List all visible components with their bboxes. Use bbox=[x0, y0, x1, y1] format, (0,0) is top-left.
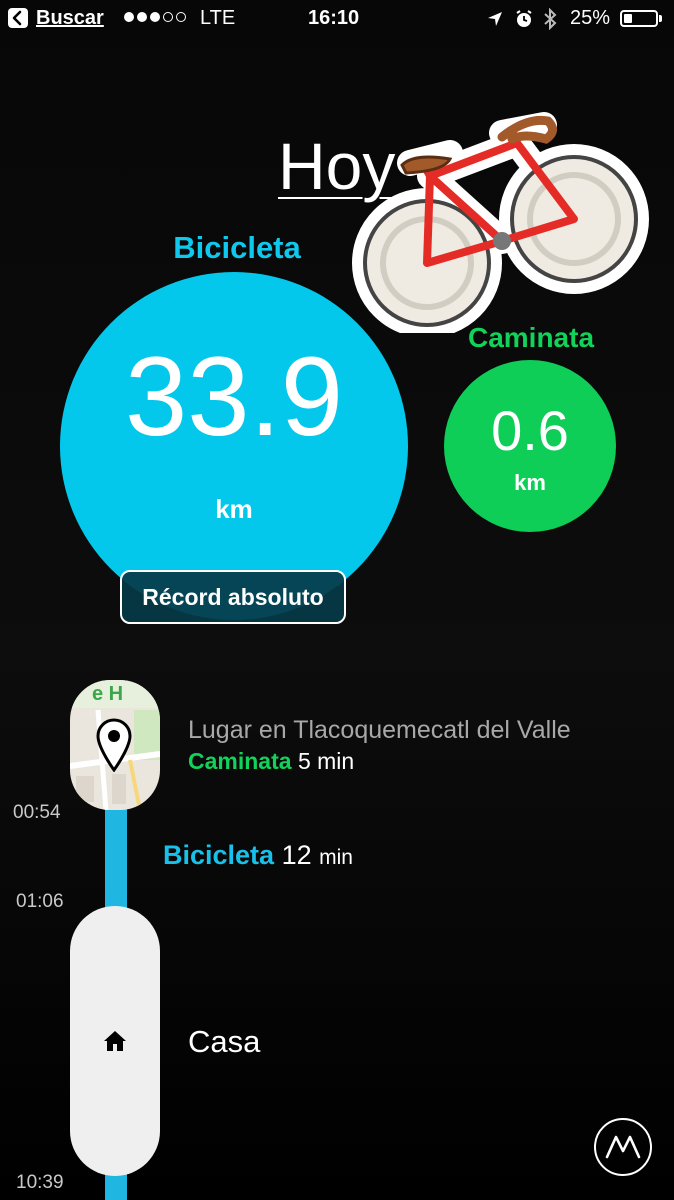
svg-text:e H: e H bbox=[92, 683, 123, 705]
battery-cap bbox=[659, 15, 662, 22]
record-badge: Récord absoluto bbox=[120, 570, 346, 624]
home-place-pill[interactable] bbox=[70, 906, 160, 1176]
signal-dot bbox=[137, 12, 147, 22]
cycling-label: Bicicleta bbox=[173, 230, 301, 265]
signal-dot bbox=[176, 12, 186, 22]
place-activity-duration: 5 min bbox=[297, 748, 355, 774]
timeline-time-arrival: 01:06 bbox=[16, 891, 64, 912]
alarm-clock-icon bbox=[514, 9, 534, 35]
bluetooth-icon bbox=[542, 7, 558, 36]
move-duration-value: 12 bbox=[281, 840, 312, 870]
place-name[interactable]: Lugar en Tlacoquemecatl del Valle bbox=[188, 716, 571, 745]
back-button[interactable]: Buscar bbox=[36, 7, 104, 30]
move-segment[interactable]: Bicicleta 12 min bbox=[163, 840, 353, 871]
cycling-distance-value: 33.9 bbox=[125, 334, 343, 459]
battery-percent: 25% bbox=[570, 7, 611, 29]
home-icon bbox=[104, 1031, 126, 1051]
status-bar: Buscar LTE 16:10 25% bbox=[0, 0, 674, 38]
move-duration-unit: min bbox=[319, 846, 353, 869]
signal-dot bbox=[124, 12, 134, 22]
move-activity-type: Bicicleta bbox=[163, 840, 275, 870]
walking-distance-circle[interactable]: 0.6 km bbox=[444, 360, 616, 532]
battery-icon bbox=[620, 10, 658, 27]
signal-dot bbox=[163, 12, 173, 22]
signal-strength bbox=[124, 12, 186, 22]
walking-label: Caminata bbox=[467, 322, 595, 353]
walking-distance-value: 0.6 bbox=[491, 399, 569, 462]
signal-dot bbox=[150, 12, 160, 22]
timeline-time-end: 10:39 bbox=[16, 1172, 64, 1193]
place-map-thumbnail[interactable]: e H bbox=[70, 680, 160, 810]
bicycle-sticker-icon bbox=[352, 103, 652, 338]
place-activity-summary: Caminata 5 min bbox=[188, 748, 354, 775]
map-pin-icon bbox=[96, 718, 132, 772]
location-arrow-icon bbox=[486, 10, 504, 34]
cycling-distance-circle[interactable]: 33.9 km bbox=[60, 272, 408, 620]
home-place-name[interactable]: Casa bbox=[188, 1024, 260, 1060]
moves-logo-icon[interactable] bbox=[594, 1118, 652, 1176]
walking-distance-unit: km bbox=[514, 470, 546, 495]
network-type: LTE bbox=[200, 7, 236, 29]
status-time: 16:10 bbox=[308, 7, 360, 29]
back-arrow-icon[interactable] bbox=[8, 8, 28, 28]
timeline-time-start: 00:54 bbox=[13, 802, 61, 823]
cycling-distance-unit: km bbox=[215, 494, 253, 524]
place-activity-type: Caminata bbox=[188, 748, 292, 774]
